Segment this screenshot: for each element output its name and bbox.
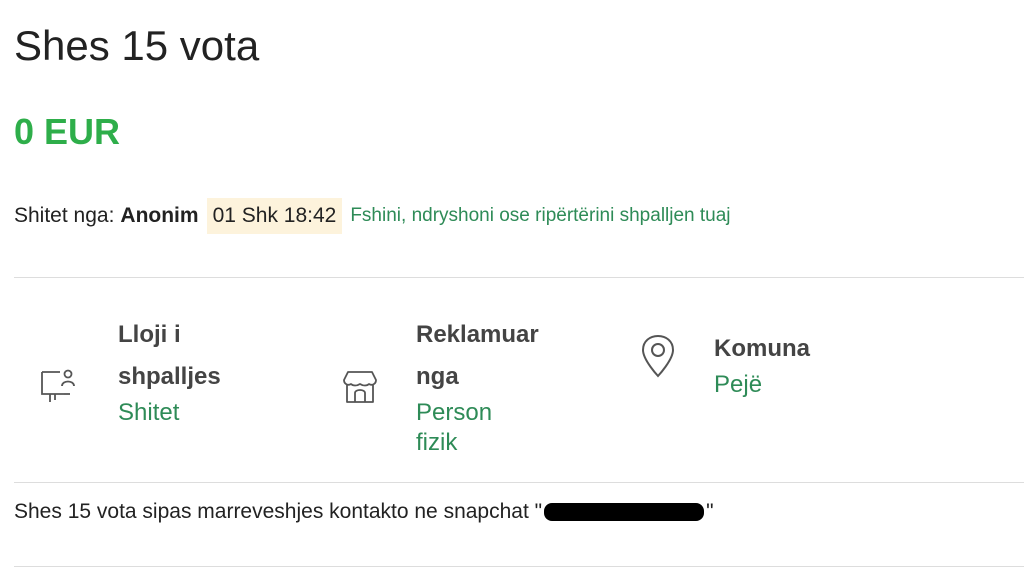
location-pin-icon	[638, 334, 678, 378]
listing-type-icon	[38, 364, 78, 404]
listing-description: Shes 15 vota sipas marreveshjes kontakto…	[14, 500, 714, 524]
seller-name: Anonim	[120, 204, 199, 227]
detail-value: Pejë	[714, 371, 763, 398]
seller-label: Shitet nga:	[14, 204, 115, 227]
detail-label-line1: Reklamuar	[416, 321, 539, 348]
detail-value: Shitet	[118, 399, 180, 426]
detail-label: Lloji i shpalljes	[118, 314, 221, 398]
edit-listing-link[interactable]: Fshini, ndryshoni ose ripërtërini shpall…	[350, 205, 730, 227]
description-text-end: "	[706, 500, 714, 523]
detail-label-line2: nga	[416, 363, 459, 390]
detail-advertised-by-text: Reklamuar nga Person fizik	[416, 314, 539, 458]
detail-value: Person fizik	[416, 399, 493, 456]
listing-price: 0 EUR	[14, 111, 121, 152]
divider-top	[14, 277, 1024, 278]
redacted-contact	[544, 503, 705, 521]
divider-bottom	[14, 566, 1024, 567]
divider-middle	[14, 482, 1024, 483]
store-icon	[340, 366, 380, 406]
detail-label: Komuna	[714, 335, 810, 362]
description-text: Shes 15 vota sipas marreveshjes kontakto…	[14, 500, 543, 523]
listing-title: Shes 15 vota	[14, 22, 260, 69]
detail-label: Reklamuar nga	[416, 314, 539, 398]
detail-listing-type-text: Lloji i shpalljes Shitet	[118, 314, 221, 428]
listing-details: Lloji i shpalljes Shitet Reklamuar nga P…	[14, 314, 1014, 456]
detail-label-line1: Lloji i	[118, 321, 181, 348]
detail-municipality-text: Komuna Pejë	[714, 328, 810, 400]
listing-page: Shes 15 vota 0 EUR Shitet nga: Anonim 01…	[0, 0, 1024, 576]
posted-date: 01 Shk 18:42	[206, 198, 343, 234]
detail-label-line2: shpalljes	[118, 363, 221, 390]
listing-meta: Shitet nga: Anonim 01 Shk 18:42 Fshini, …	[14, 196, 731, 236]
